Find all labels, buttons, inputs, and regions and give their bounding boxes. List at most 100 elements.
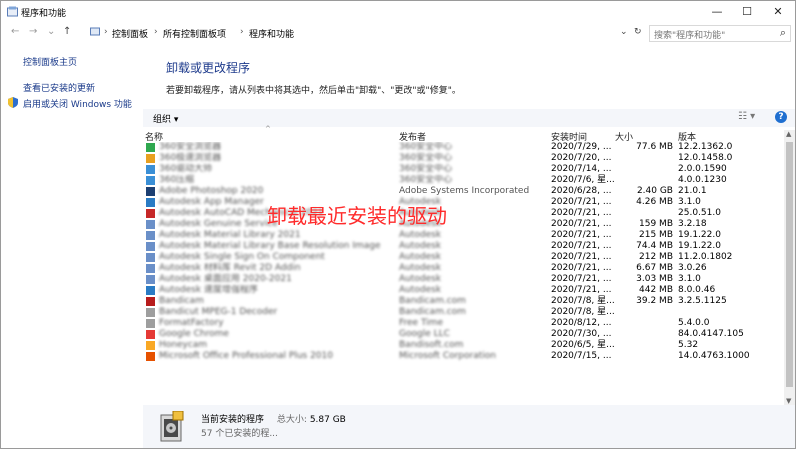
vertical-scrollbar[interactable]: ▲ ▼ bbox=[784, 130, 795, 405]
windows-features-link[interactable]: 启用或关闭 Windows 功能 bbox=[23, 97, 132, 110]
program-size: 4.26 MB bbox=[636, 197, 673, 207]
page-heading: 卸载或更改程序 bbox=[166, 61, 251, 75]
program-icon bbox=[146, 143, 155, 152]
overlay-annotation: 卸载最近安装的驱动 bbox=[267, 204, 447, 228]
program-icon bbox=[146, 231, 155, 240]
program-size: 6.67 MB bbox=[636, 263, 673, 273]
program-install-date: 2020/7/21, ... bbox=[551, 252, 612, 262]
program-name: Autodesk 速度增强程序 bbox=[159, 285, 258, 295]
program-size: 39.2 MB bbox=[636, 296, 673, 306]
program-count: 57 个已安装的程... bbox=[201, 429, 278, 439]
sort-ascending-icon: ^ bbox=[265, 125, 271, 133]
program-version: 12.0.1458.0 bbox=[678, 153, 733, 163]
program-row[interactable]: FormatFactory Free Time 2020/8/12, ... 5.4.… bbox=[143, 318, 783, 329]
view-updates-link[interactable]: 查看已安装的更新 bbox=[23, 81, 95, 94]
control-panel-home-link[interactable]: 控制面板主页 bbox=[23, 55, 77, 68]
program-row[interactable]: Microsoft Office Professional Plus 2010 M… bbox=[143, 351, 783, 362]
breadcrumb-control-panel[interactable]: 控制面板 bbox=[112, 27, 148, 40]
minimize-button[interactable]: — bbox=[700, 1, 734, 23]
program-publisher: Microsoft Corporation bbox=[399, 351, 496, 361]
program-row[interactable]: Autodesk 桌面应用 2020-2021 Autodesk 2020/7/21… bbox=[143, 274, 783, 285]
up-arrow-icon[interactable]: ↑ bbox=[63, 26, 71, 37]
program-publisher: Autodesk bbox=[399, 241, 442, 251]
program-name: Autodesk Material Library Base Resolutio… bbox=[159, 241, 384, 251]
total-size-value: 5.87 GB bbox=[309, 415, 346, 425]
help-icon[interactable]: ? bbox=[775, 111, 787, 123]
program-row[interactable]: 360安全浏览器 360安全中心 2020/7/29, ... 77.6 MB 12.2… bbox=[143, 142, 783, 153]
program-install-date: 2020/7/21, ... bbox=[551, 263, 612, 273]
program-icon bbox=[146, 242, 155, 251]
program-row[interactable]: Autodesk App Manager Autodesk 2020/7/21, .… bbox=[143, 197, 783, 208]
program-row[interactable]: Autodesk AutoCAD Mechanical 2021 Autodesk… bbox=[143, 208, 783, 219]
address-bar[interactable]: › 控制面板 › 所有控制面板项 › 程序和功能 ⌄ ↻ bbox=[88, 25, 642, 40]
program-size: 74.4 MB bbox=[636, 241, 673, 251]
window: 程序和功能 — ☐ ✕ ← → ⌄ ↑ › 控制面板 › 所有控制面板项 › 程… bbox=[0, 0, 796, 449]
program-icon bbox=[146, 253, 155, 262]
program-version: 84.0.4147.105 bbox=[678, 329, 744, 339]
program-row[interactable]: Bandicam Bandicam.com 2020/7/8, 星... 39.2 M… bbox=[143, 296, 783, 307]
program-row[interactable]: 360极速浏览器 360安全中心 2020/7/20, ... 12.0.1458.0 bbox=[143, 153, 783, 164]
command-toolbar: 组织 ▾ ☷ ▾ ? bbox=[143, 109, 795, 127]
view-options-icon[interactable]: ☷ ▾ bbox=[738, 111, 755, 122]
breadcrumb-all-items[interactable]: 所有控制面板项 bbox=[163, 27, 226, 40]
program-install-date: 2020/8/12, ... bbox=[551, 318, 612, 328]
refresh-icon[interactable]: ↻ bbox=[634, 27, 642, 37]
program-install-date: 2020/6/5, 星... bbox=[551, 340, 615, 350]
program-size: 2.40 GB bbox=[636, 186, 673, 196]
program-publisher: Autodesk bbox=[399, 274, 442, 284]
program-version: 3.2.18 bbox=[678, 219, 707, 229]
program-icon bbox=[146, 297, 155, 306]
uac-shield-icon bbox=[8, 97, 18, 108]
organize-button[interactable]: 组织 ▾ bbox=[153, 112, 178, 125]
program-version: 4.0.0.1230 bbox=[678, 175, 727, 185]
program-icon bbox=[146, 264, 155, 273]
program-version: 2.0.0.1590 bbox=[678, 164, 727, 174]
program-name: Autodesk 桌面应用 2020-2021 bbox=[159, 274, 292, 284]
address-dropdown-icon[interactable]: ⌄ bbox=[620, 27, 628, 37]
program-name: 360安全浏览器 bbox=[159, 142, 222, 152]
program-row[interactable]: 360驱动大师 360安全中心 2020/7/14, ... 2.0.0.1590 bbox=[143, 164, 783, 175]
program-icon bbox=[146, 341, 155, 350]
scrollbar-thumb[interactable] bbox=[786, 142, 793, 387]
program-publisher: Autodesk bbox=[399, 230, 442, 240]
status-bar: 当前安装的程序 总大小: 5.87 GB 57 个已安装的程... bbox=[143, 405, 795, 448]
program-publisher: Adobe Systems Incorporated bbox=[399, 186, 530, 196]
forward-arrow-icon[interactable]: → bbox=[29, 26, 37, 37]
recent-dropdown-icon[interactable]: ⌄ bbox=[47, 26, 55, 37]
program-install-date: 2020/7/21, ... bbox=[551, 274, 612, 284]
program-version: 21.0.1 bbox=[678, 186, 707, 196]
search-icon[interactable]: ⌕ bbox=[780, 26, 786, 40]
program-publisher: Bandicam.com bbox=[399, 296, 466, 306]
program-version: 3.2.5.1125 bbox=[678, 296, 727, 306]
program-list: 360安全浏览器 360安全中心 2020/7/29, ... 77.6 MB 12.2… bbox=[143, 142, 783, 404]
breadcrumb-programs[interactable]: 程序和功能 bbox=[249, 27, 294, 40]
program-row[interactable]: Autodesk Genuine Service Autodesk 2020/7/2… bbox=[143, 219, 783, 230]
program-version: 5.4.0.0 bbox=[678, 318, 710, 328]
program-icon bbox=[146, 275, 155, 284]
program-row[interactable]: Autodesk 速度增强程序 Autodesk 2020/7/21, ... 442… bbox=[143, 285, 783, 296]
program-icon bbox=[146, 308, 155, 317]
program-row[interactable]: Bandicut MPEG-1 Decoder Bandicam.com 2020/… bbox=[143, 307, 783, 318]
program-publisher: 360安全中心 bbox=[399, 142, 453, 152]
program-row[interactable]: Honeycam Bandisoft.com 2020/6/5, 星... 5.32 bbox=[143, 340, 783, 351]
program-row[interactable]: 360压缩 360安全中心 2020/7/6, 星... 4.0.0.1230 bbox=[143, 175, 783, 186]
scroll-down-icon[interactable]: ▼ bbox=[786, 397, 791, 405]
maximize-button[interactable]: ☐ bbox=[730, 1, 764, 23]
program-row[interactable]: Autodesk 材料库 Revit 2D Addin Autodesk 2020/… bbox=[143, 263, 783, 274]
program-icon bbox=[146, 198, 155, 207]
program-version: 12.2.1362.0 bbox=[678, 142, 733, 152]
scroll-up-icon[interactable]: ▲ bbox=[786, 130, 791, 138]
search-box[interactable]: 搜索"程序和功能" ⌕ bbox=[649, 25, 791, 42]
program-version: 19.1.22.0 bbox=[678, 241, 721, 251]
back-arrow-icon[interactable]: ← bbox=[11, 26, 19, 37]
program-row[interactable]: Google Chrome Google LLC 2020/7/30, ... 84.… bbox=[143, 329, 783, 340]
program-publisher: 360安全中心 bbox=[399, 164, 453, 174]
program-row[interactable]: Autodesk Material Library Base Resolutio… bbox=[143, 241, 783, 252]
program-row[interactable]: Autodesk Single Sign On Component Autodes… bbox=[143, 252, 783, 263]
program-size: 442 MB bbox=[639, 285, 673, 295]
program-row[interactable]: Autodesk Material Library 2021 Autodesk 20… bbox=[143, 230, 783, 241]
program-publisher: Autodesk bbox=[399, 263, 442, 273]
status-title: 当前安装的程序 bbox=[201, 415, 265, 425]
close-button[interactable]: ✕ bbox=[761, 1, 795, 23]
program-row[interactable]: Adobe Photoshop 2020 Adobe Systems Incorp… bbox=[143, 186, 783, 197]
